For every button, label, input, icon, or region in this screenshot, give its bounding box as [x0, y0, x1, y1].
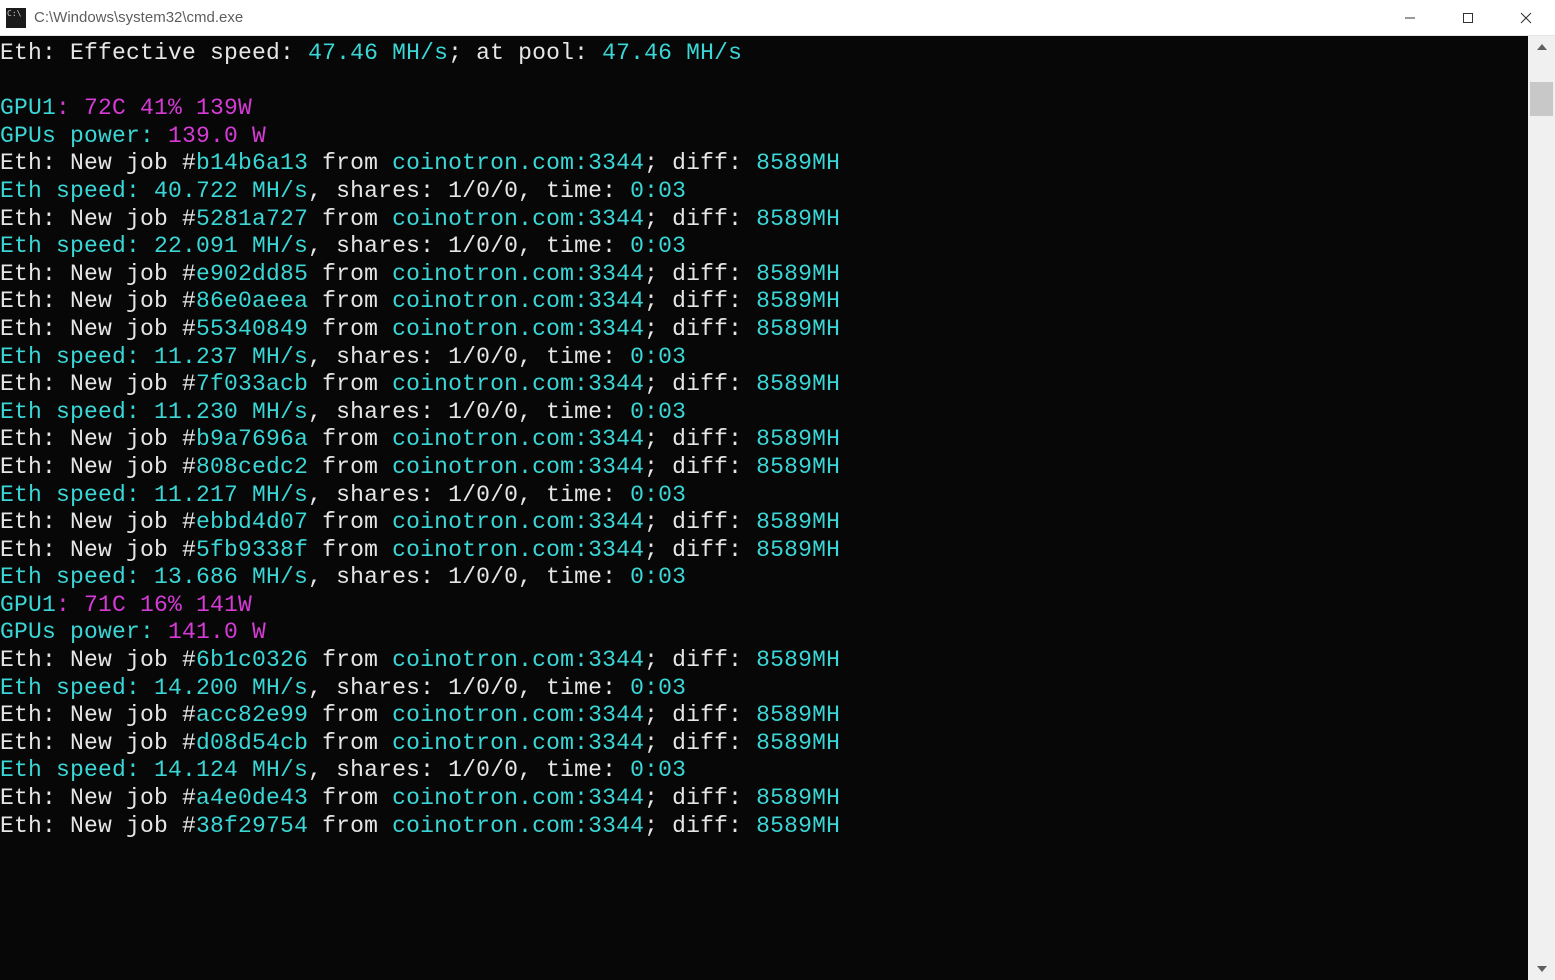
titlebar[interactable]: C:\Windows\system32\cmd.exe — [0, 0, 1555, 36]
window-title: C:\Windows\system32\cmd.exe — [34, 9, 243, 26]
console-line: Eth: New job #55340849 from coinotron.co… — [0, 316, 1542, 344]
console-line: Eth: New job #a4e0de43 from coinotron.co… — [0, 785, 1542, 813]
console-line: Eth: New job #ebbd4d07 from coinotron.co… — [0, 509, 1542, 537]
minimize-button[interactable] — [1381, 0, 1439, 36]
scroll-up-button[interactable] — [1528, 36, 1555, 58]
console-line — [0, 68, 1542, 96]
console-line: Eth: New job #e902dd85 from coinotron.co… — [0, 261, 1542, 289]
window-controls — [1381, 0, 1555, 36]
console-line: Eth speed: 14.200 MH/s, shares: 1/0/0, t… — [0, 675, 1542, 703]
console-line: Eth: New job #acc82e99 from coinotron.co… — [0, 702, 1542, 730]
maximize-button[interactable] — [1439, 0, 1497, 36]
console-line: Eth: New job #86e0aeea from coinotron.co… — [0, 288, 1542, 316]
console-line: GPUs power: 139.0 W — [0, 123, 1542, 151]
scroll-thumb[interactable] — [1530, 82, 1553, 116]
console-line: Eth: New job #7f033acb from coinotron.co… — [0, 371, 1542, 399]
console-line: Eth: New job #5281a727 from coinotron.co… — [0, 206, 1542, 234]
scroll-down-button[interactable] — [1528, 958, 1555, 980]
console-output[interactable]: Eth: Effective speed: 47.46 MH/s; at poo… — [0, 36, 1542, 980]
console-line: Eth speed: 11.217 MH/s, shares: 1/0/0, t… — [0, 482, 1542, 510]
console-line: GPUs power: 141.0 W — [0, 619, 1542, 647]
scrollbar[interactable] — [1528, 36, 1555, 980]
console-line: Eth: New job #808cedc2 from coinotron.co… — [0, 454, 1542, 482]
console-line: Eth speed: 11.237 MH/s, shares: 1/0/0, t… — [0, 344, 1542, 372]
console-line: GPU1: 71C 16% 141W — [0, 592, 1542, 620]
console-line: Eth speed: 22.091 MH/s, shares: 1/0/0, t… — [0, 233, 1542, 261]
cmd-icon — [6, 8, 26, 28]
console-line: Eth: New job #5fb9338f from coinotron.co… — [0, 537, 1542, 565]
console-line: Eth: New job #38f29754 from coinotron.co… — [0, 813, 1542, 841]
console-line: GPU1: 72C 41% 139W — [0, 95, 1542, 123]
console-line: Eth speed: 11.230 MH/s, shares: 1/0/0, t… — [0, 399, 1542, 427]
console-line: Eth speed: 14.124 MH/s, shares: 1/0/0, t… — [0, 757, 1542, 785]
console-line: Eth: New job #d08d54cb from coinotron.co… — [0, 730, 1542, 758]
console-line: Eth speed: 13.686 MH/s, shares: 1/0/0, t… — [0, 564, 1542, 592]
console-line: Eth: Effective speed: 47.46 MH/s; at poo… — [0, 40, 1542, 68]
console-line: Eth: New job #b9a7696a from coinotron.co… — [0, 426, 1542, 454]
console-line: Eth: New job #6b1c0326 from coinotron.co… — [0, 647, 1542, 675]
console-line: Eth: New job #b14b6a13 from coinotron.co… — [0, 150, 1542, 178]
console-line: Eth speed: 40.722 MH/s, shares: 1/0/0, t… — [0, 178, 1542, 206]
close-button[interactable] — [1497, 0, 1555, 36]
